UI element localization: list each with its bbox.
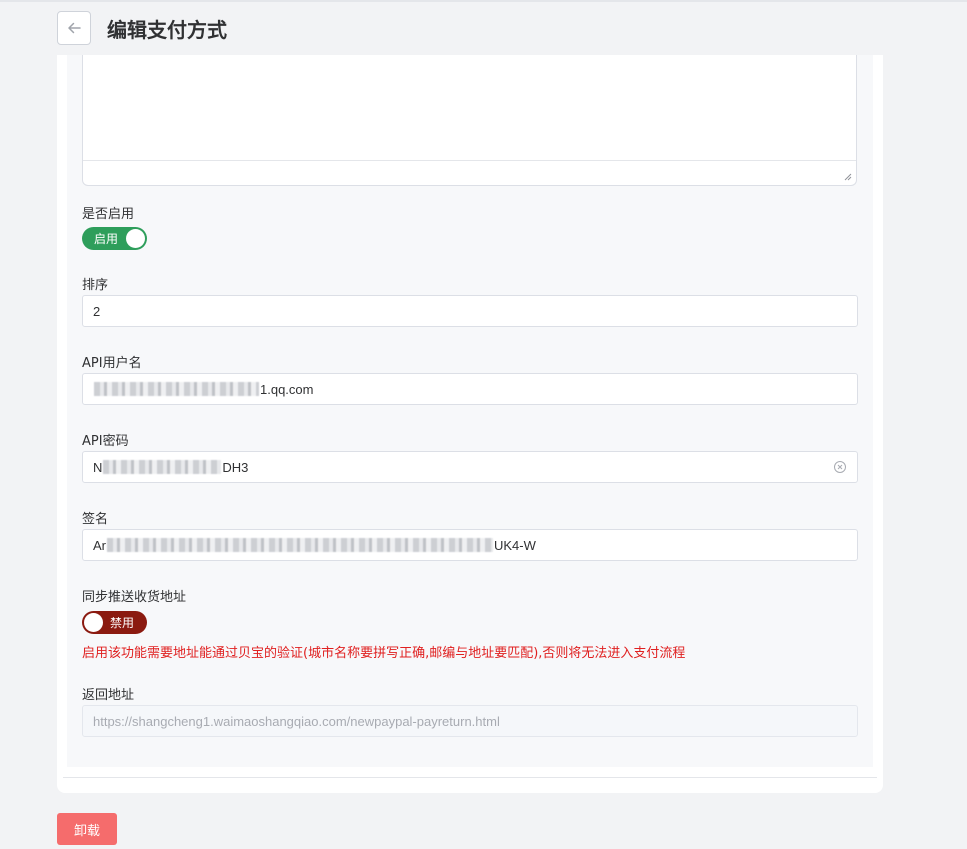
description-textarea[interactable] <box>82 55 857 186</box>
signature-label: 签名 <box>82 512 109 527</box>
api-password-input[interactable]: N DH3 <box>82 451 858 483</box>
enable-label: 是否启用 <box>82 207 135 222</box>
back-button[interactable] <box>57 11 91 45</box>
arrow-left-icon <box>68 22 81 34</box>
api-password-label: API密码 <box>82 434 129 449</box>
page-title: 编辑支付方式 <box>107 17 227 42</box>
sync-address-warning: 启用该功能需要地址能通过贝宝的验证(城市名称要拼写正确,邮编与地址要匹配),否则… <box>82 646 686 661</box>
card-divider <box>63 777 877 778</box>
circle-close-icon[interactable] <box>833 460 847 474</box>
return-url-input: https://shangcheng1.waimaoshangqiao.com/… <box>82 705 858 737</box>
resize-handle-icon[interactable] <box>844 173 852 181</box>
enable-switch[interactable]: 启用 <box>82 227 147 250</box>
api-username-value: 1.qq.com <box>260 381 314 397</box>
sort-value: 2 <box>93 303 101 319</box>
textarea-divider <box>83 160 856 161</box>
api-password-value-suffix: DH3 <box>222 459 249 475</box>
switch-knob <box>84 613 103 632</box>
enable-switch-text: 启用 <box>94 232 119 246</box>
redacted-text <box>107 538 493 552</box>
sort-input[interactable]: 2 <box>82 295 858 327</box>
api-username-input[interactable]: 1.qq.com <box>82 373 858 405</box>
signature-value-suffix: UK4-W <box>494 537 536 553</box>
redacted-text <box>103 460 222 474</box>
uninstall-button[interactable]: 卸载 <box>57 813 117 845</box>
sync-address-switch-text: 禁用 <box>110 616 135 630</box>
switch-knob <box>126 229 145 248</box>
api-username-label: API用户名 <box>82 356 142 371</box>
return-url-value: https://shangcheng1.waimaoshangqiao.com/… <box>93 713 500 729</box>
signature-value-prefix: Ar <box>93 537 106 553</box>
redacted-text <box>94 382 259 396</box>
page-header: 编辑支付方式 <box>57 10 227 46</box>
sync-address-switch[interactable]: 禁用 <box>82 611 147 634</box>
sort-label: 排序 <box>82 278 109 293</box>
return-url-label: 返回地址 <box>82 688 135 703</box>
sync-address-label: 同步推送收货地址 <box>82 590 187 605</box>
api-password-value-prefix: N <box>93 459 103 475</box>
signature-input[interactable]: Ar UK4-W <box>82 529 858 561</box>
top-border <box>0 0 967 2</box>
